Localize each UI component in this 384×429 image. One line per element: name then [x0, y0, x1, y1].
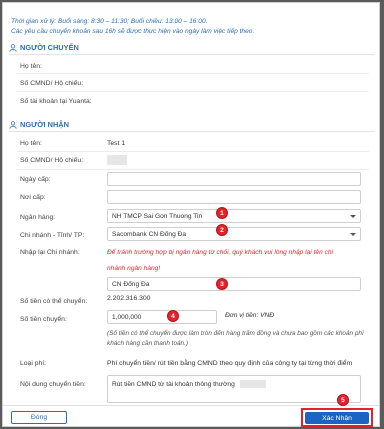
- receiver-id-label: Số CMND/ Hộ chiếu:: [20, 157, 84, 164]
- fee-type-label: Loại phí:: [20, 360, 47, 367]
- bank-label: Ngân hàng:: [20, 214, 56, 221]
- branch-select-value: Sacombank CN Đống Đa: [112, 230, 187, 238]
- dialog-footer: Đóng 5 Xác Nhận: [3, 394, 379, 427]
- available-amount-label: Số tiền có thể chuyển:: [20, 298, 88, 305]
- processing-time-notice: Thời gian xử lý: Buổi sáng: 8:30 – 11:30…: [11, 17, 371, 37]
- redacted-account: [239, 380, 266, 388]
- branch-warning-line-2: nhánh ngân hàng!: [107, 265, 161, 272]
- amount-rounding-note: (Số tiền có thể chuyển được làm tròn đến…: [107, 330, 364, 347]
- confirm-button[interactable]: Xác Nhận: [305, 412, 369, 424]
- branch-select[interactable]: Sacombank CN Đống Đa: [107, 227, 361, 241]
- chevron-down-icon: [350, 214, 356, 218]
- user-icon: [9, 43, 17, 52]
- receiver-name-label: Họ tên:: [20, 140, 42, 147]
- step-badge-3: 3: [216, 278, 228, 290]
- divider: [17, 169, 369, 170]
- transfer-dialog: Thời gian xử lý: Buổi sáng: 8:30 – 11:30…: [2, 2, 380, 427]
- sender-id-label: Số CMND/ Hộ chiếu:: [20, 80, 84, 87]
- confirm-highlight: Xác Nhận: [301, 408, 373, 427]
- currency-unit: Đơn vị tiền: VNĐ: [225, 312, 275, 319]
- notice-line-2: Các yêu cầu chuyển khoản sau 16h sẽ được…: [11, 28, 255, 35]
- issue-date-input[interactable]: [107, 172, 361, 186]
- available-amount-value: 2.202.316.300: [107, 295, 151, 302]
- bank-select[interactable]: NH TMCP Sai Gon Thuong Tin: [107, 209, 361, 223]
- sender-section-title: NGƯỜI CHUYỂN: [20, 43, 79, 52]
- sender-account-label: Số tài khoản tại Yuanta:: [20, 98, 92, 105]
- reenter-branch-label: Nhập lại Chi nhánh:: [20, 249, 80, 256]
- transfer-amount-input[interactable]: 1,000,000: [107, 310, 217, 324]
- close-button[interactable]: Đóng: [11, 411, 67, 424]
- transfer-content-textarea[interactable]: Rút tiền CMND từ tài khoản thông thường: [107, 375, 361, 403]
- sender-name-label: Họ tên:: [20, 63, 42, 70]
- branch-warning-line-1: Để tránh trường hợp bị ngân hàng từ chối…: [107, 249, 334, 256]
- reenter-branch-input[interactable]: CN Đống Đa: [107, 277, 361, 291]
- divider: [17, 151, 369, 152]
- sender-section-header: NGƯỜI CHUYỂN: [9, 41, 375, 55]
- transfer-amount-value: 1,000,000: [112, 313, 142, 321]
- transfer-content-value: Rút tiền CMND từ tài khoản thông thường: [112, 380, 235, 388]
- divider: [17, 91, 369, 92]
- receiver-name-value: Test 1: [107, 140, 126, 147]
- issue-date-label: Ngày cấp:: [20, 176, 51, 183]
- step-badge-4: 4: [167, 310, 179, 322]
- step-badge-5: 5: [337, 394, 349, 406]
- transfer-content-label: Nội dung chuyển tiền:: [20, 381, 86, 388]
- receiver-section-title: NGƯỜI NHẬN: [20, 120, 69, 129]
- user-icon: [9, 120, 17, 129]
- receiver-section-header: NGƯỜI NHẬN: [9, 118, 375, 132]
- divider: [17, 73, 369, 74]
- step-badge-1: 1: [216, 207, 228, 219]
- bank-select-value: NH TMCP Sai Gon Thuong Tin: [112, 212, 203, 220]
- receiver-id-value-redacted: [107, 155, 127, 167]
- step-badge-2: 2: [216, 224, 228, 236]
- issue-place-label: Nơi cấp:: [20, 194, 46, 201]
- branch-label: Chi nhánh - Tỉnh/ TP:: [20, 232, 85, 239]
- transfer-amount-label: Số tiền chuyển:: [20, 316, 67, 323]
- issue-place-input[interactable]: [107, 190, 361, 204]
- notice-line-1: Thời gian xử lý: Buổi sáng: 8:30 – 11:30…: [11, 18, 208, 25]
- chevron-down-icon: [350, 232, 356, 236]
- fee-type-value: Phí chuyển tiền/ rút tiền bằng CMND theo…: [107, 360, 353, 367]
- reenter-branch-value: CN Đống Đa: [112, 280, 150, 288]
